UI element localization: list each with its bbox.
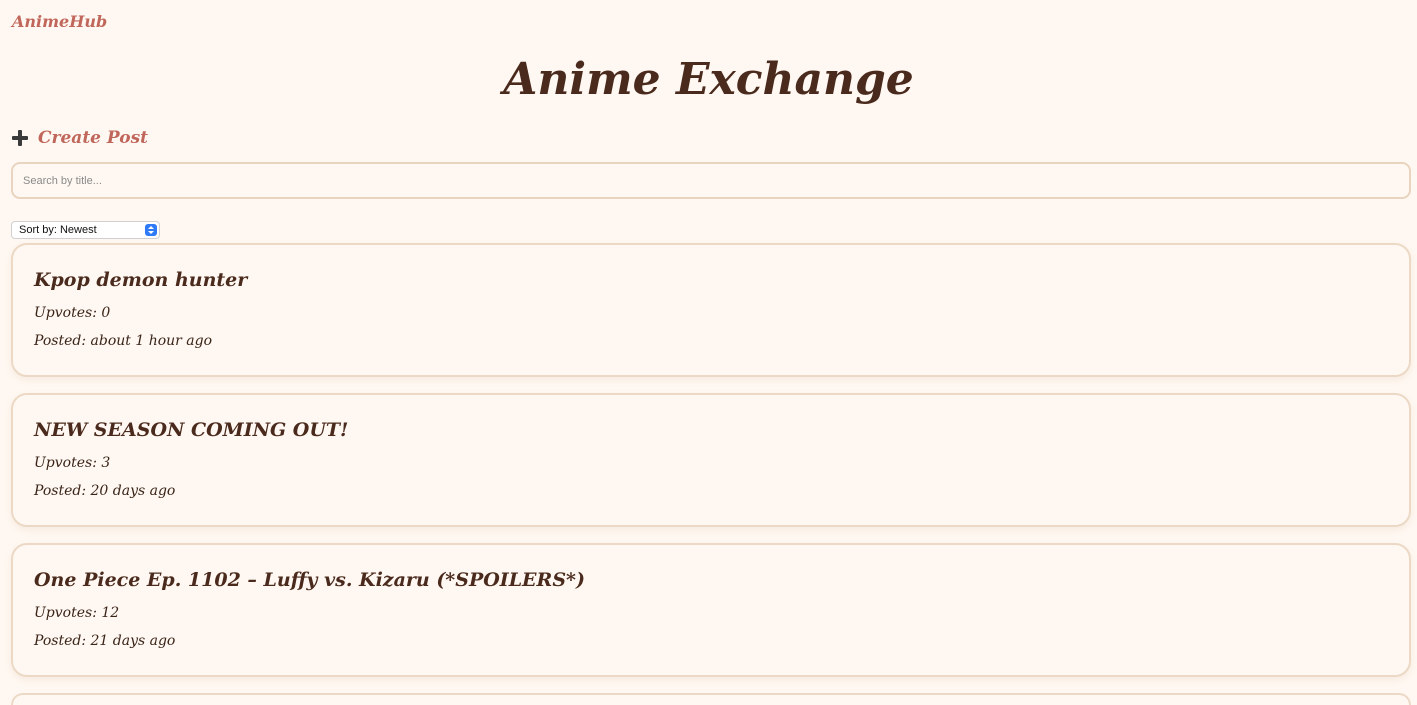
post-card-partial[interactable] [11,693,1411,705]
post-card[interactable]: One Piece Ep. 1102 – Luffy vs. Kizaru (*… [11,543,1411,677]
brand-link[interactable]: AnimeHub [12,12,107,31]
create-post-button[interactable]: Create Post [12,126,148,150]
post-title[interactable]: Kpop demon hunter [34,269,247,291]
page-title: Anime Exchange [503,54,914,105]
select-arrows-icon [145,224,157,236]
post-upvotes: Upvotes: 0 [34,305,111,321]
post-title[interactable]: NEW SEASON COMING OUT! [34,419,348,441]
create-post-label: Create Post [38,128,148,148]
sort-select[interactable]: Sort by: Newest [11,221,160,239]
post-card[interactable]: NEW SEASON COMING OUT! Upvotes: 3 Posted… [11,393,1411,527]
post-upvotes: Upvotes: 3 [34,455,111,471]
post-timestamp: Posted: about 1 hour ago [34,333,213,349]
post-title[interactable]: One Piece Ep. 1102 – Luffy vs. Kizaru (*… [34,569,585,591]
post-timestamp: Posted: 21 days ago [34,633,176,649]
sort-select-value: Sort by: Newest [19,224,97,236]
post-timestamp: Posted: 20 days ago [34,483,176,499]
plus-icon [12,130,28,146]
search-input[interactable] [11,162,1411,199]
post-upvotes: Upvotes: 12 [34,605,120,621]
post-card[interactable]: Kpop demon hunter Upvotes: 0 Posted: abo… [11,243,1411,377]
